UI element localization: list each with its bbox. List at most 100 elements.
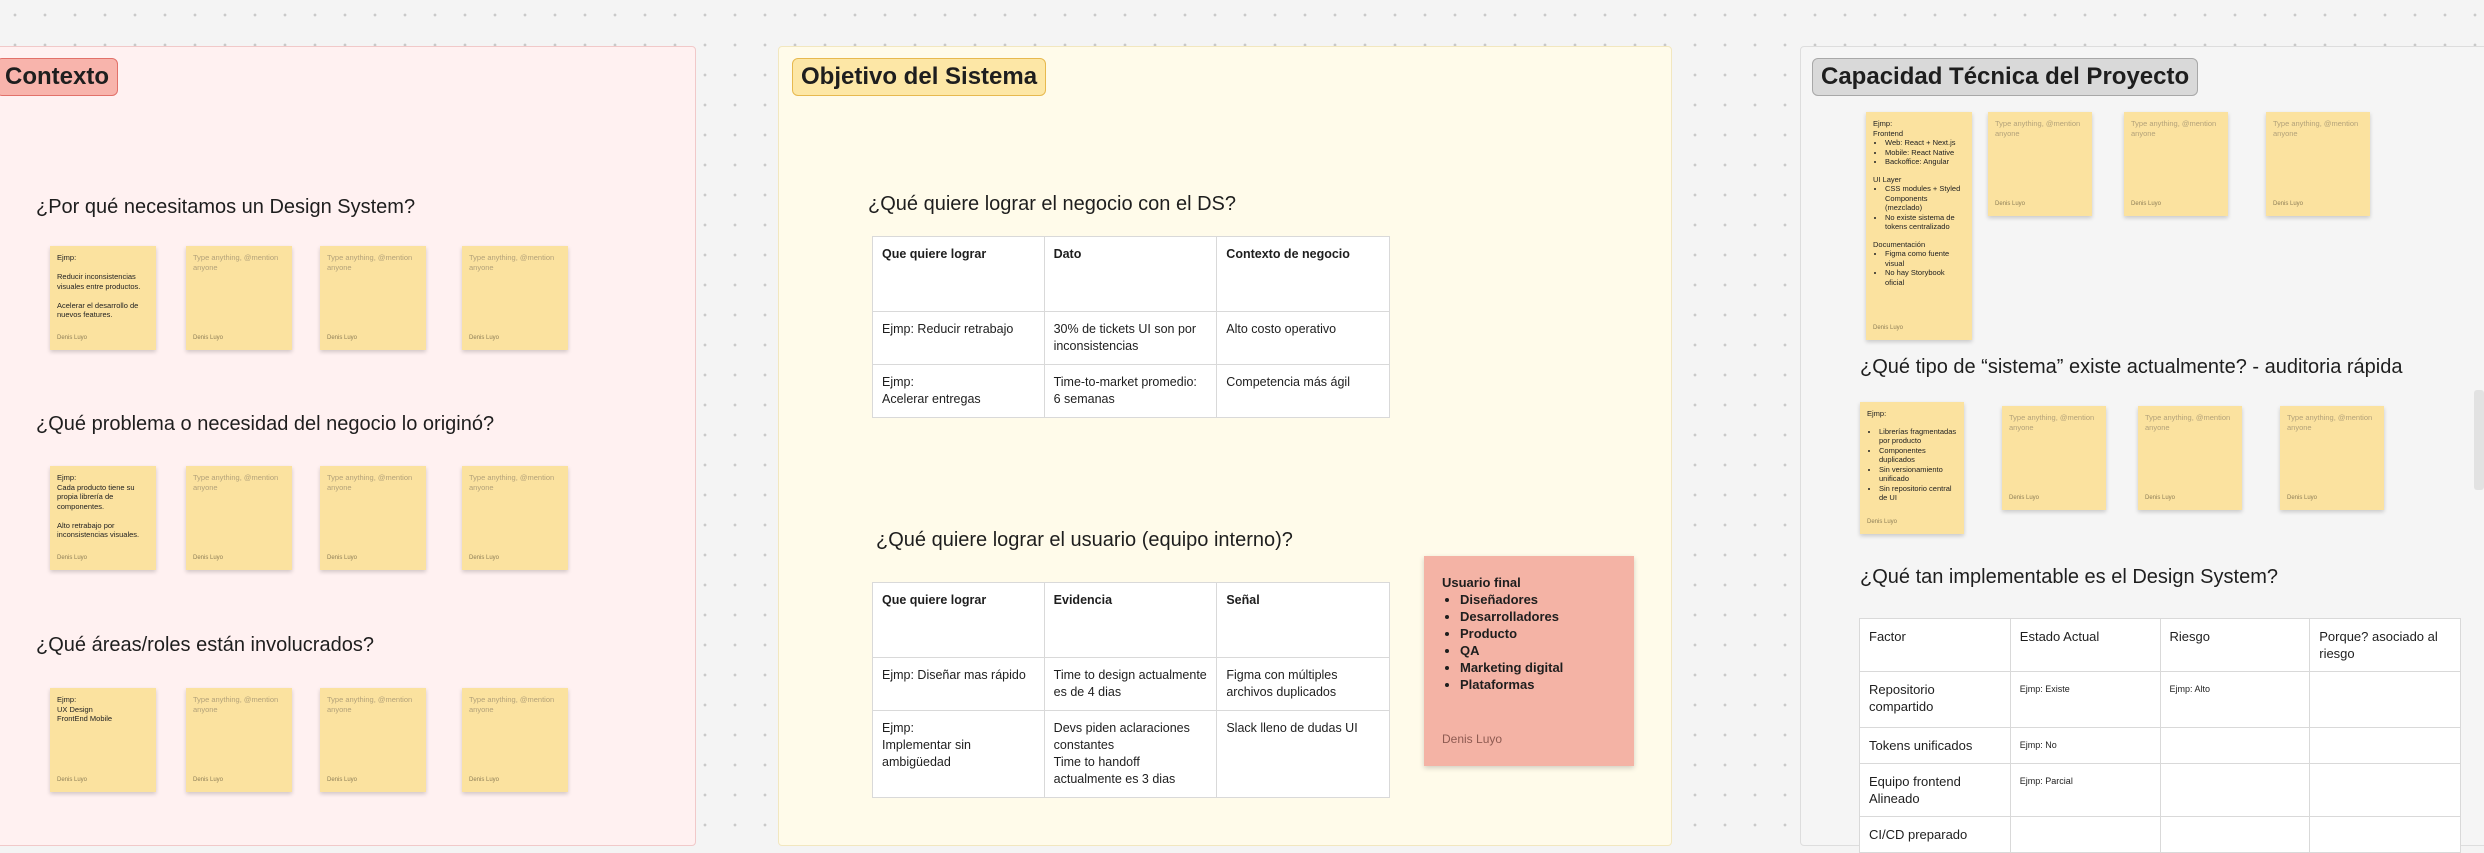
table-cell[interactable] <box>2309 727 2461 764</box>
table-cell[interactable]: Ejmp: Implementar sin ambigüedad <box>872 710 1045 798</box>
sticky-placeholder: Type anything, @mention anyone <box>2145 413 2231 432</box>
table-cell[interactable] <box>2009 816 2161 853</box>
sticky-note-placeholder[interactable]: Type anything, @mention anyone Denis Luy… <box>320 246 426 350</box>
table-cell[interactable]: Time to design actualmente es de 4 dias <box>1043 657 1218 711</box>
sticky-note-placeholder[interactable]: Type anything, @mention anyone Denis Luy… <box>2280 406 2384 510</box>
sticky-placeholder: Type anything, @mention anyone <box>327 253 413 272</box>
list-item: Plataformas <box>1460 676 1616 693</box>
final-users-note[interactable]: Usuario final Diseñadores Desarrolladore… <box>1424 556 1634 766</box>
table-cell[interactable]: Time-to-market promedio: 6 semanas <box>1043 364 1218 418</box>
table-header-cell[interactable]: Contexto de negocio <box>1216 236 1390 312</box>
sticky-note-placeholder[interactable]: Type anything, @mention anyone Denis Luy… <box>462 688 568 792</box>
table-header-cell[interactable]: Estado Actual <box>2009 618 2161 672</box>
sticky-note-placeholder[interactable]: Type anything, @mention anyone Denis Luy… <box>186 246 292 350</box>
sticky-note-placeholder[interactable]: Type anything, @mention anyone Denis Luy… <box>2266 112 2370 216</box>
table-cell[interactable]: Competencia más ágil <box>1216 364 1390 418</box>
sticky-note[interactable]: Ejmp: Cada producto tiene su propia libr… <box>50 466 156 570</box>
table-header-cell[interactable]: Factor <box>1859 618 2011 672</box>
sticky-author: Denis Luyo <box>57 776 88 783</box>
table-cell[interactable]: Equipo frontend Alineado <box>1859 763 2011 817</box>
section-title-contexto[interactable]: Contexto <box>0 58 118 96</box>
sticky-note-placeholder[interactable]: Type anything, @mention anyone Denis Luy… <box>320 466 426 570</box>
sticky-note[interactable]: Ejmp: UX Design FrontEnd Mobile Denis Lu… <box>50 688 156 792</box>
sticky-placeholder: Type anything, @mention anyone <box>1995 119 2081 138</box>
vertical-scrollbar[interactable] <box>2474 390 2484 490</box>
sticky-note-placeholder[interactable]: Type anything, @mention anyone Denis Luy… <box>186 466 292 570</box>
sticky-note-placeholder[interactable]: Type anything, @mention anyone Denis Luy… <box>2124 112 2228 216</box>
sticky-author: Denis Luyo <box>57 334 88 341</box>
sticky-list: Librerías fragmentadas por producto Comp… <box>1867 427 1957 503</box>
table-cell[interactable]: 30% de tickets UI son por inconsistencia… <box>1043 311 1218 365</box>
table-cell[interactable]: Repositorio compartido <box>1859 671 2011 728</box>
table-cell[interactable]: Ejmp: Diseñar mas rápido <box>872 657 1045 711</box>
table-cell[interactable] <box>2309 816 2461 853</box>
sticky-author: Denis Luyo <box>57 554 88 561</box>
sticky-author: Denis Luyo <box>327 334 358 341</box>
sticky-note-placeholder[interactable]: Type anything, @mention anyone Denis Luy… <box>462 246 568 350</box>
table-cell[interactable] <box>2159 816 2311 853</box>
table-header-cell[interactable]: Riesgo <box>2159 618 2311 672</box>
list-item: Sin versionamiento unificado <box>1879 465 1957 484</box>
sticky-note-placeholder[interactable]: Type anything, @mention anyone Denis Luy… <box>2002 406 2106 510</box>
section-title-capacidad[interactable]: Capacidad Técnica del Proyecto <box>1812 58 2199 96</box>
table-cell[interactable]: Ejmp: Existe <box>2009 671 2161 728</box>
table-header-row: Que quiere lograr Evidencia Señal <box>872 582 1390 658</box>
table-header-cell[interactable]: Porque? asociado al riesgo <box>2309 618 2461 672</box>
sticky-list: Figma como fuente visual No hay Storyboo… <box>1873 249 1965 287</box>
sticky-placeholder: Type anything, @mention anyone <box>327 473 413 492</box>
sticky-author: Denis Luyo <box>327 554 358 561</box>
table-header-cell[interactable]: Señal <box>1216 582 1390 658</box>
list-item: Librerías fragmentadas por producto <box>1879 427 1957 446</box>
sticky-author: Denis Luyo <box>193 334 224 341</box>
list-item: Desarrolladores <box>1460 608 1616 625</box>
table-cell[interactable] <box>2159 727 2311 764</box>
table-cell[interactable]: Ejmp: No <box>2009 727 2161 764</box>
sticky-note-audit[interactable]: Ejmp: Librerías fragmentadas por product… <box>1860 402 1964 534</box>
table-cell[interactable]: Devs piden aclaraciones constantes Time … <box>1043 710 1218 798</box>
table-header-cell[interactable]: Dato <box>1043 236 1218 312</box>
implementability-table[interactable]: Factor Estado Actual Riesgo Porque? asoc… <box>1859 618 2461 853</box>
final-users-title: Usuario final <box>1442 575 1521 590</box>
table-header-cell[interactable]: Evidencia <box>1043 582 1218 658</box>
sticky-author: Denis Luyo <box>327 776 358 783</box>
sticky-author: Denis Luyo <box>2131 200 2162 207</box>
business-goals-table[interactable]: Que quiere lograr Dato Contexto de negoc… <box>872 236 1390 418</box>
user-goals-table[interactable]: Que quiere lograr Evidencia Señal Ejmp: … <box>872 582 1390 798</box>
list-item: Diseñadores <box>1460 591 1616 608</box>
table-row: Ejmp: Implementar sin ambigüedad Devs pi… <box>872 710 1390 798</box>
table-cell[interactable] <box>2159 763 2311 817</box>
table-cell[interactable]: Alto costo operativo <box>1216 311 1390 365</box>
sticky-note-placeholder[interactable]: Type anything, @mention anyone Denis Luy… <box>1988 112 2092 216</box>
sticky-text: Ejmp: Reducir inconsistencias visuales e… <box>57 253 141 319</box>
section-title-objetivo[interactable]: Objetivo del Sistema <box>792 58 1047 96</box>
table-header-cell[interactable]: Que quiere lograr <box>872 236 1045 312</box>
sticky-note-placeholder[interactable]: Type anything, @mention anyone Denis Luy… <box>2138 406 2242 510</box>
sticky-note[interactable]: Ejmp: Reducir inconsistencias visuales e… <box>50 246 156 350</box>
sticky-placeholder: Type anything, @mention anyone <box>193 695 279 714</box>
table-cell[interactable]: Slack lleno de dudas UI <box>1216 710 1390 798</box>
sticky-text: Ejmp: Cada producto tiene su propia libr… <box>57 473 140 539</box>
table-cell[interactable] <box>2309 763 2461 817</box>
sticky-note-tech-stack[interactable]: Ejmp: Frontend Web: React + Next.js Mobi… <box>1866 112 1972 340</box>
sticky-note-placeholder[interactable]: Type anything, @mention anyone Denis Luy… <box>320 688 426 792</box>
sticky-placeholder: Type anything, @mention anyone <box>2009 413 2095 432</box>
table-cell[interactable]: CI/CD preparado <box>1859 816 2011 853</box>
table-header-row: Factor Estado Actual Riesgo Porque? asoc… <box>1859 618 2461 672</box>
table-cell[interactable] <box>2309 671 2461 728</box>
sticky-author: Denis Luyo <box>2273 200 2304 207</box>
sticky-note-placeholder[interactable]: Type anything, @mention anyone Denis Luy… <box>462 466 568 570</box>
table-cell[interactable]: Tokens unificados <box>1859 727 2011 764</box>
table-header-cell[interactable]: Que quiere lograr <box>872 582 1045 658</box>
table-cell[interactable]: Figma con múltiples archivos duplicados <box>1216 657 1390 711</box>
sticky-subtitle: Documentación <box>1873 239 1926 249</box>
sticky-placeholder: Type anything, @mention anyone <box>2131 119 2217 138</box>
list-item: QA <box>1460 642 1616 659</box>
sticky-placeholder: Type anything, @mention anyone <box>193 253 279 272</box>
sticky-list: Web: React + Next.js Mobile: React Nativ… <box>1873 138 1965 167</box>
table-cell[interactable]: Ejmp: Reducir retrabajo <box>872 311 1045 365</box>
table-cell[interactable]: Ejmp: Parcial <box>2009 763 2161 817</box>
table-cell[interactable]: Ejmp: Alto <box>2159 671 2311 728</box>
sticky-note-placeholder[interactable]: Type anything, @mention anyone Denis Luy… <box>186 688 292 792</box>
table-row: Ejmp: Diseñar mas rápido Time to design … <box>872 657 1390 711</box>
table-cell[interactable]: Ejmp: Acelerar entregas <box>872 364 1045 418</box>
